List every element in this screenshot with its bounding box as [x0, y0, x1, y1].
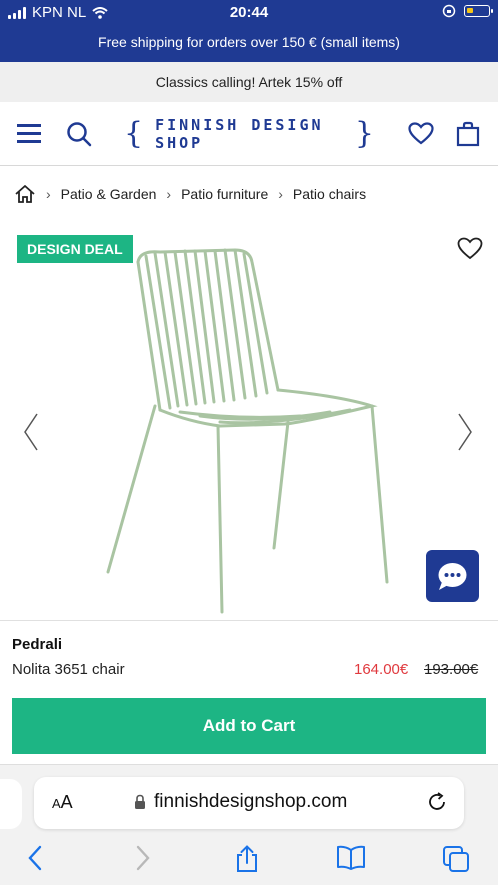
back-arrow-icon[interactable] — [26, 845, 44, 871]
favorite-heart-icon[interactable] — [457, 237, 483, 261]
search-icon[interactable] — [66, 121, 92, 147]
clock: 20:44 — [229, 4, 269, 21]
breadcrumb: › Patio & Garden › Patio furniture › Pat… — [14, 184, 366, 204]
site-logo[interactable]: { FINNISH DESIGN SHOP } — [124, 116, 374, 152]
chat-bubble-icon — [438, 563, 467, 590]
breadcrumb-separator: › — [46, 186, 51, 202]
breadcrumb-item-patio-garden[interactable]: Patio & Garden — [61, 186, 157, 202]
wishlist-heart-icon[interactable] — [408, 122, 434, 146]
product-image-chair — [106, 248, 389, 614]
chat-button[interactable] — [426, 550, 479, 602]
reload-icon[interactable] — [426, 791, 448, 813]
add-to-cart-button[interactable]: Add to Cart — [12, 698, 486, 754]
url-text: finnishdesignshop.com — [154, 791, 348, 812]
home-icon[interactable] — [14, 184, 36, 204]
promo-banner[interactable]: Classics calling! Artek 15% off — [0, 62, 498, 102]
product-brand[interactable]: Pedrali — [12, 636, 62, 653]
product-name: Nolita 3651 chair — [12, 661, 125, 678]
top-banner: KPN NL 20:44 Free shipping for orders ov… — [0, 0, 498, 62]
browser-nav — [0, 843, 498, 875]
orientation-lock-icon — [442, 4, 456, 18]
logo-text: FINNISH DESIGN SHOP — [155, 116, 324, 152]
shipping-banner: Free shipping for orders over 150 € (sma… — [98, 34, 400, 50]
section-divider — [0, 620, 498, 621]
bag-icon[interactable] — [456, 121, 480, 147]
previous-image-arrow-icon[interactable] — [22, 412, 40, 452]
tabs-icon[interactable] — [442, 845, 470, 873]
site-header: { FINNISH DESIGN SHOP } — [0, 102, 498, 166]
previous-tab-stub[interactable] — [0, 779, 22, 829]
logo-brace-right: } — [354, 116, 374, 151]
bookmarks-icon[interactable] — [336, 845, 366, 871]
browser-toolbar: AA finnishdesignshop.com — [0, 764, 498, 885]
breadcrumb-item-patio-chairs[interactable]: Patio chairs — [293, 186, 366, 202]
share-icon[interactable] — [234, 845, 260, 873]
breadcrumb-item-patio-furniture[interactable]: Patio furniture — [181, 186, 268, 202]
breadcrumb-separator: › — [166, 186, 172, 202]
text-size-button[interactable]: AA — [52, 792, 73, 813]
breadcrumb-separator: › — [278, 186, 283, 202]
forward-arrow-icon[interactable] — [134, 845, 152, 871]
address-bar[interactable]: AA finnishdesignshop.com — [34, 777, 464, 829]
menu-icon[interactable] — [17, 124, 41, 144]
logo-brace-left: { — [124, 116, 144, 151]
status-bar: KPN NL 20:44 — [0, 0, 498, 26]
sale-price: 164.00€ — [354, 661, 409, 678]
original-price: 193.00€ — [424, 661, 479, 678]
battery-icon — [464, 5, 493, 17]
next-image-arrow-icon[interactable] — [456, 412, 474, 452]
lock-icon — [135, 794, 145, 809]
